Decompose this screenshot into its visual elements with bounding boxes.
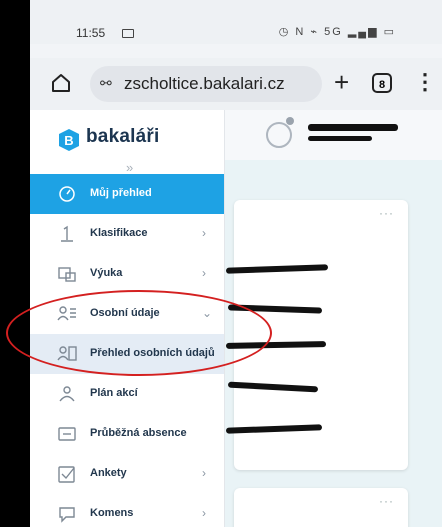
tabs-button[interactable]: 8 — [372, 73, 392, 93]
sidebar: B bakaláři » Můj přehled Klasifikace › V… — [30, 110, 225, 527]
gallery-notification-icon — [122, 29, 134, 38]
sidebar-item-label: Plán akcí — [90, 387, 138, 399]
dashboard-icon — [59, 186, 75, 202]
personal-overview-icon — [57, 346, 77, 361]
sidebar-item-label: Průběžná absence — [90, 427, 187, 439]
menu-icon[interactable]: ⋮ — [414, 68, 436, 96]
redacted-username-line — [308, 136, 372, 141]
brand-name: bakaláři — [86, 126, 160, 147]
messages-icon — [59, 507, 75, 523]
sidebar-item-prehled-osobnich-udaju[interactable]: Přehled osobních údajů — [30, 334, 224, 374]
browser-toolbar: ⚯ zscholtice.bakalari.cz + 8 ⋮ — [30, 58, 442, 110]
sidebar-item-komens[interactable]: Komens › — [30, 494, 224, 527]
status-bar: 11:55 ◷ N ⌁ 5G ▂▄▆ ▭ — [30, 0, 442, 44]
address-bar[interactable]: ⚯ zscholtice.bakalari.cz — [90, 66, 322, 102]
svg-text:B: B — [64, 133, 73, 148]
home-icon[interactable] — [50, 72, 72, 94]
sidebar-item-label: Ankety — [90, 467, 127, 479]
avatar-status-dot — [286, 117, 294, 125]
personal-data-icon — [57, 306, 76, 321]
sidebar-item-label: Komens — [90, 507, 134, 519]
phone-screen: 11:55 ◷ N ⌁ 5G ▂▄▆ ▭ ⚯ zscholtice.bakala… — [30, 0, 442, 527]
status-time: 11:55 — [76, 26, 106, 40]
card-menu-icon[interactable]: ··· — [379, 206, 394, 220]
grade-icon — [61, 225, 73, 242]
poll-icon — [58, 466, 75, 483]
sidebar-item-klasifikace[interactable]: Klasifikace › — [30, 214, 224, 254]
tune-icon[interactable]: ⚯ — [100, 75, 112, 92]
lessons-icon — [58, 267, 76, 282]
chevron-down-icon: ⌄ — [202, 306, 213, 320]
sidebar-item-label: Osobní údaje — [90, 307, 160, 319]
chevron-right-icon: › — [202, 266, 206, 280]
chevron-right-icon: › — [202, 466, 206, 480]
content-card-bottom: ··· — [234, 488, 408, 527]
sidebar-item-vyuka[interactable]: Výuka › — [30, 254, 224, 294]
sidebar-item-label: Můj přehled — [90, 187, 152, 199]
sidebar-item-ankety[interactable]: Ankety › — [30, 454, 224, 494]
events-icon — [59, 386, 75, 402]
chevron-right-icon: › — [202, 226, 206, 240]
sidebar-item-label: Výuka — [90, 267, 123, 279]
chevron-right-icon: › — [202, 506, 206, 520]
card-menu-icon[interactable]: ··· — [379, 494, 394, 508]
new-tab-icon[interactable]: + — [334, 68, 349, 96]
web-page: ··· ··· B bakaláři » Můj přehled Klasifi… — [30, 110, 442, 527]
redacted-username — [308, 124, 398, 131]
sidebar-item-label: Přehled osobních údajů — [90, 347, 215, 359]
status-indicators: ◷ N ⌁ 5G ▂▄▆ ▭ — [278, 26, 396, 38]
sidebar-item-label: Klasifikace — [90, 227, 148, 239]
sidebar-item-muj-prehled[interactable]: Můj přehled — [30, 174, 224, 214]
bakalari-logo-icon: B — [59, 129, 79, 151]
url-text: zscholtice.bakalari.cz — [124, 74, 285, 93]
avatar[interactable] — [266, 122, 292, 148]
content-header — [224, 110, 442, 160]
absence-icon — [58, 427, 76, 441]
sidebar-item-osobni-udaje[interactable]: Osobní údaje ⌄ — [30, 294, 224, 334]
expand-sidebar-icon[interactable]: » — [126, 160, 133, 175]
sidebar-item-plan-akci[interactable]: Plán akcí — [30, 374, 224, 414]
sidebar-item-prubezna-absence[interactable]: Průběžná absence — [30, 414, 224, 454]
